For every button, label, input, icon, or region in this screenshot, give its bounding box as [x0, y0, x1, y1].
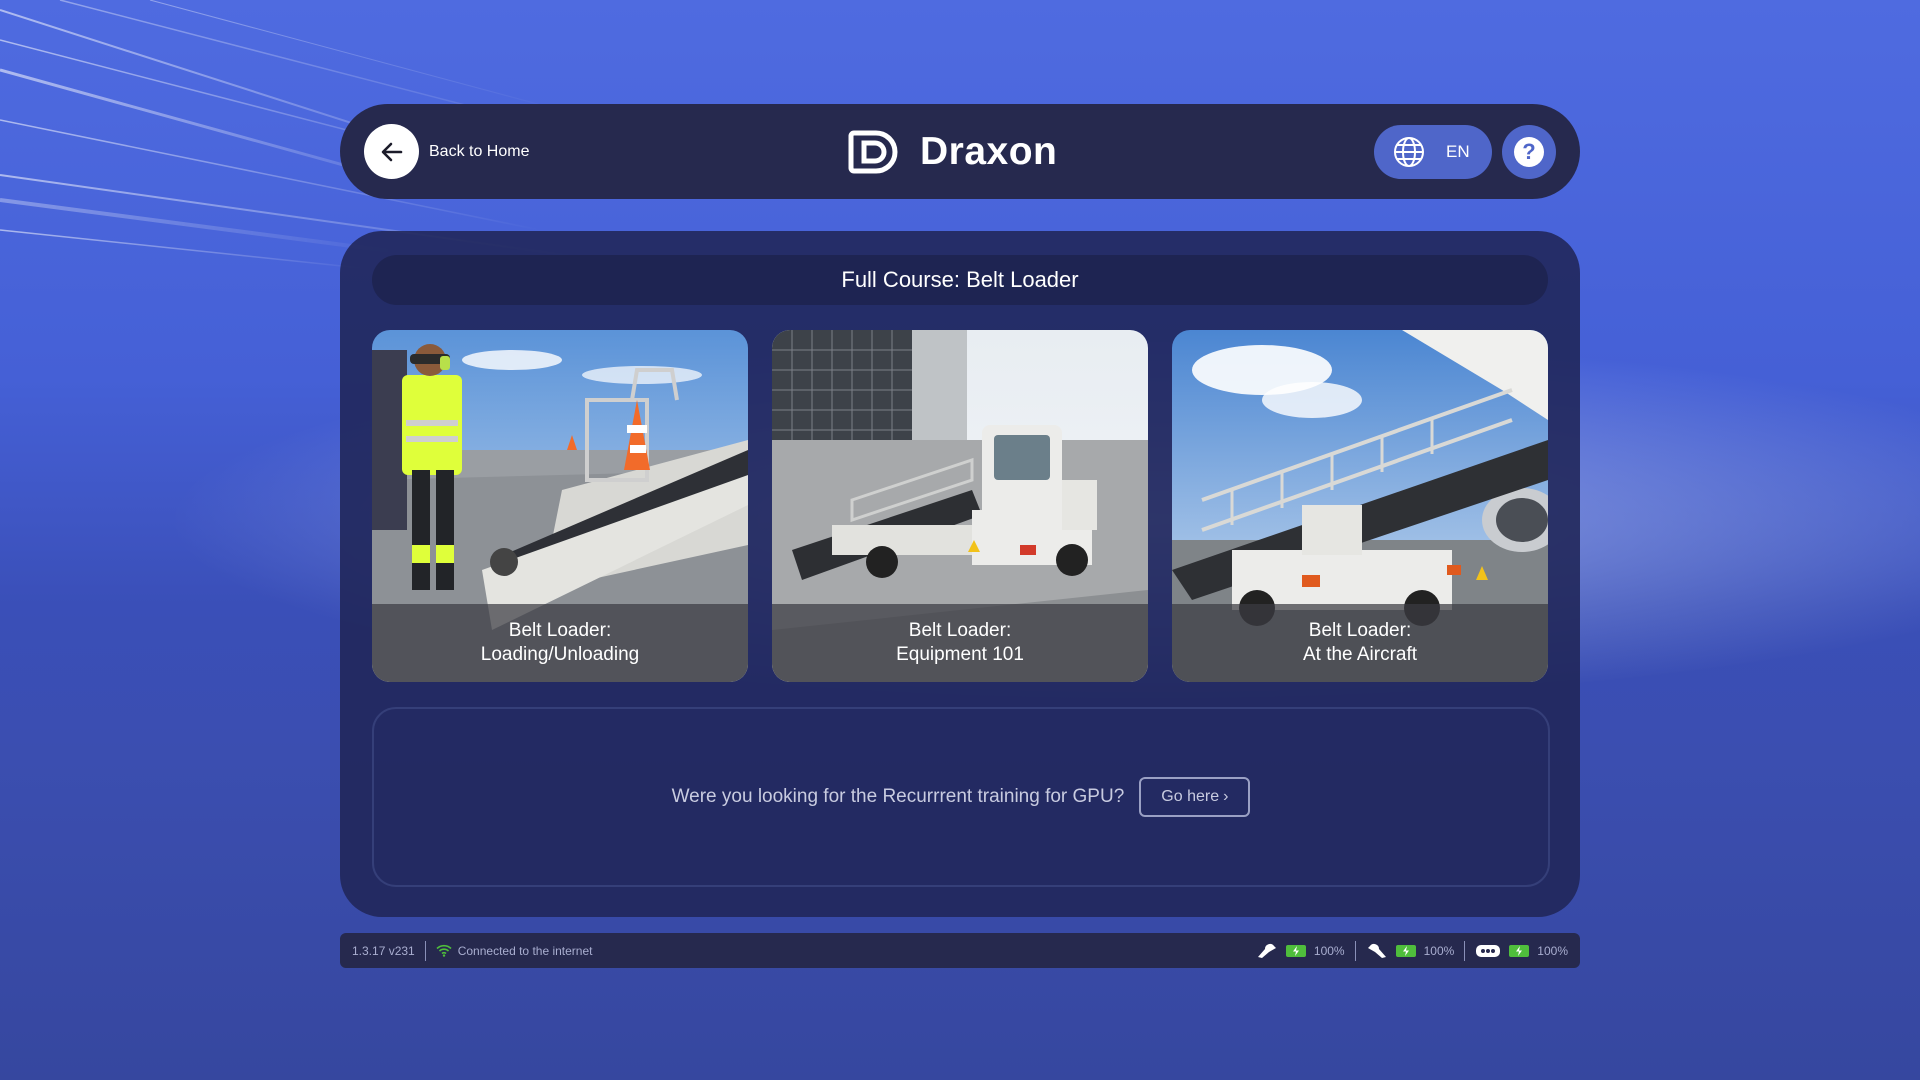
status-bar: 1.3.17 v231 Connected to the internet 10…	[340, 933, 1580, 968]
connection-status: Connected to the internet	[457, 943, 593, 958]
headset-battery: 100%	[1537, 943, 1568, 958]
suggestion-text: Were you looking for the Recurrrent trai…	[671, 786, 1125, 807]
globe-icon	[1394, 137, 1424, 167]
right-controller-icon	[1367, 943, 1386, 958]
help-icon: ?	[1514, 137, 1544, 167]
wifi-icon	[436, 944, 452, 957]
right-controller-battery: 100%	[1423, 943, 1455, 958]
back-to-home-label: Back to Home	[429, 142, 530, 160]
brand-logo: Draxon	[848, 130, 1057, 174]
go-here-button[interactable]: Go here ›	[1139, 777, 1251, 817]
module-card-title-line1: Belt Loader:	[908, 620, 1012, 641]
course-panel: Full Course: Belt Loader Belt Loader: Lo…	[340, 231, 1580, 917]
course-title: Full Course: Belt Loader	[372, 255, 1548, 305]
left-controller-battery: 100%	[1313, 943, 1345, 958]
chevron-right-icon: ›	[1223, 788, 1229, 805]
module-card-title-line1: Belt Loader:	[508, 620, 612, 641]
app-version: 1.3.17 v231	[352, 943, 415, 958]
help-button[interactable]: ?	[1502, 125, 1556, 179]
module-card-title-line1: Belt Loader:	[1308, 620, 1412, 641]
status-divider	[424, 940, 426, 961]
battery-icon	[1285, 944, 1306, 957]
back-circle[interactable]	[364, 124, 419, 179]
headset-icon	[1476, 944, 1501, 957]
module-card-loading-unloading[interactable]: Belt Loader: Loading/Unloading	[372, 330, 748, 682]
top-header: Back to Home Draxon EN ?	[340, 104, 1580, 199]
module-card-title-line2: At the Aircraft	[1302, 644, 1418, 665]
left-controller-icon	[1257, 943, 1276, 958]
battery-icon	[1509, 944, 1530, 957]
module-card-label: Belt Loader: Equipment 101	[772, 604, 1148, 682]
brand-mark-icon	[848, 130, 898, 174]
back-to-home-button[interactable]: Back to Home	[364, 124, 529, 179]
module-card-equipment-101[interactable]: Belt Loader: Equipment 101	[772, 330, 1148, 682]
suggestion-row: Were you looking for the Recurrrent trai…	[374, 709, 1548, 885]
module-card-title-line2: Loading/Unloading	[480, 644, 640, 665]
battery-icon	[1395, 944, 1416, 957]
module-card-label: Belt Loader: Loading/Unloading	[372, 604, 748, 682]
help-symbol: ?	[1522, 139, 1535, 164]
status-divider	[1464, 940, 1466, 961]
module-card-at-the-aircraft[interactable]: Belt Loader: At the Aircraft	[1172, 330, 1548, 682]
status-right: 100% 100% 100%	[1256, 933, 1568, 968]
headset-status: 100%	[1475, 943, 1568, 959]
brand-name: Draxon	[920, 130, 1058, 173]
arrow-left-icon	[381, 142, 402, 161]
recurrent-training-suggestion: Were you looking for the Recurrrent trai…	[372, 707, 1550, 887]
right-controller-status: 100%	[1366, 943, 1455, 959]
status-left: 1.3.17 v231 Connected to the internet	[352, 933, 592, 968]
module-card-title-line2: Equipment 101	[896, 644, 1024, 665]
left-controller-status: 100%	[1256, 943, 1345, 959]
language-button[interactable]: EN	[1374, 125, 1492, 179]
language-code: EN	[1446, 142, 1470, 161]
module-cards: Belt Loader: Loading/Unloading Belt Load…	[372, 330, 1548, 682]
status-divider	[1354, 940, 1356, 961]
module-card-label: Belt Loader: At the Aircraft	[1172, 604, 1548, 682]
go-here-label: Go here	[1161, 788, 1220, 805]
